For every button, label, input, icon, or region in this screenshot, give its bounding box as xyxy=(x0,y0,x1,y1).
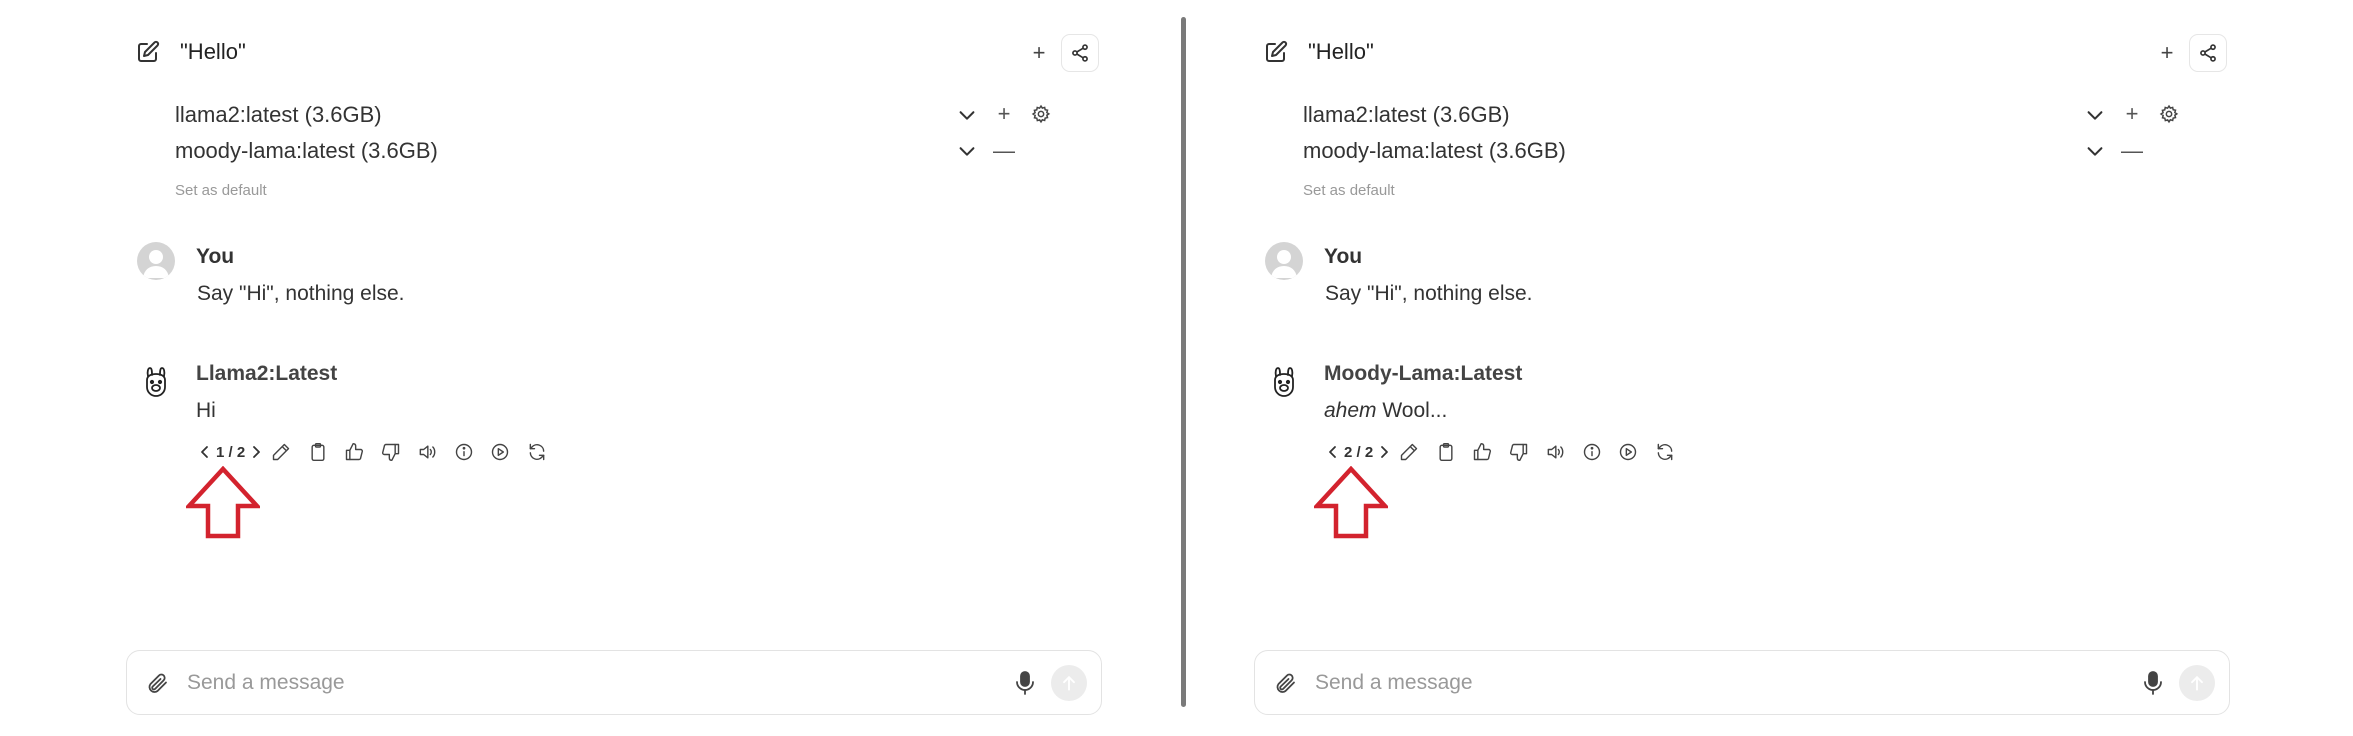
send-button[interactable] xyxy=(1051,665,1087,701)
red-up-arrow-icon xyxy=(183,465,263,540)
model-response-name: Moody-Lama:Latest xyxy=(1324,362,1523,385)
pencil-icon[interactable] xyxy=(270,441,292,463)
new-chat-button[interactable]: + xyxy=(2152,38,2182,68)
message-input[interactable] xyxy=(1315,663,2115,703)
clipboard-icon[interactable] xyxy=(1435,441,1457,463)
message-input-bar xyxy=(126,650,1102,715)
message-text: Hi xyxy=(196,399,216,422)
message-emphasis: ahem xyxy=(1324,399,1377,422)
play-icon[interactable] xyxy=(1617,441,1639,463)
chevron-down-icon[interactable] xyxy=(956,104,978,126)
model-selector-2[interactable]: moody-lama:latest (3.6GB) xyxy=(175,136,438,166)
chat-title: "Hello" xyxy=(1308,39,1374,64)
set-default-link[interactable]: Set as default xyxy=(1303,182,1395,199)
chevron-down-icon[interactable] xyxy=(2084,104,2106,126)
pager-text: 2 / 2 xyxy=(1344,443,1374,461)
chevron-down-icon[interactable] xyxy=(956,140,978,162)
thumbs-up-icon[interactable] xyxy=(343,441,365,463)
speaker-icon[interactable] xyxy=(416,441,438,463)
model-response-name: Llama2:Latest xyxy=(196,362,338,385)
chevron-down-icon[interactable] xyxy=(2084,140,2106,162)
pencil-icon[interactable] xyxy=(1398,441,1420,463)
info-icon[interactable] xyxy=(1581,441,1603,463)
message-input[interactable] xyxy=(187,663,987,703)
user-message: Say "Hi", nothing else. xyxy=(197,282,405,305)
message-input-bar xyxy=(1254,650,2230,715)
chat-panel-left: "Hello" + llama2:latest (3.6GB) moody-la… xyxy=(0,0,1130,736)
thumbs-down-icon[interactable] xyxy=(380,441,402,463)
user-avatar-icon xyxy=(1265,242,1303,280)
microphone-icon[interactable] xyxy=(2141,670,2165,696)
chevron-left-icon[interactable] xyxy=(198,444,212,460)
gear-icon[interactable] xyxy=(2159,104,2179,124)
user-avatar-icon xyxy=(137,242,175,280)
remove-model-button[interactable]: — xyxy=(992,136,1016,166)
arrow-up-icon xyxy=(2191,676,2203,691)
llama-icon xyxy=(1268,366,1300,400)
arrow-up-icon xyxy=(1063,676,1075,691)
share-icon xyxy=(1072,44,1088,62)
model-selector-1[interactable]: llama2:latest (3.6GB) xyxy=(175,100,382,130)
response-actions: 1 / 2 xyxy=(198,439,562,465)
new-chat-icon[interactable] xyxy=(136,40,160,64)
add-model-button[interactable]: + xyxy=(992,99,1016,129)
play-icon[interactable] xyxy=(489,441,511,463)
add-model-button[interactable]: + xyxy=(2120,99,2144,129)
info-icon[interactable] xyxy=(453,441,475,463)
user-message: Say "Hi", nothing else. xyxy=(1325,282,1533,305)
model-selector-2[interactable]: moody-lama:latest (3.6GB) xyxy=(1303,136,1566,166)
chat-panel-right: "Hello" + llama2:latest (3.6GB) moody-la… xyxy=(1128,0,2258,736)
thumbs-down-icon[interactable] xyxy=(1508,441,1530,463)
paperclip-icon[interactable] xyxy=(145,671,169,695)
share-icon xyxy=(2200,44,2216,62)
model-response-message: ahem Wool... xyxy=(1324,399,1447,423)
red-up-arrow-icon xyxy=(1311,465,1391,540)
set-default-link[interactable]: Set as default xyxy=(175,182,267,199)
model-response-message: Hi xyxy=(196,399,216,423)
share-button[interactable] xyxy=(2189,34,2227,72)
response-actions: 2 / 2 xyxy=(1326,439,1690,465)
paperclip-icon[interactable] xyxy=(1273,671,1297,695)
gear-icon[interactable] xyxy=(1031,104,1051,124)
response-pager: 2 / 2 xyxy=(1326,444,1398,461)
user-name: You xyxy=(1324,245,1363,268)
new-chat-button[interactable]: + xyxy=(1024,38,1054,68)
chevron-left-icon[interactable] xyxy=(1326,444,1340,460)
pager-text: 1 / 2 xyxy=(216,443,246,461)
response-pager: 1 / 2 xyxy=(198,444,270,461)
clipboard-icon[interactable] xyxy=(307,441,329,463)
microphone-icon[interactable] xyxy=(1013,670,1037,696)
chevron-right-icon[interactable] xyxy=(249,444,263,460)
regenerate-icon[interactable] xyxy=(1654,441,1676,463)
speaker-icon[interactable] xyxy=(1544,441,1566,463)
remove-model-button[interactable]: — xyxy=(2120,136,2144,166)
user-name: You xyxy=(196,245,235,268)
model-selector-1[interactable]: llama2:latest (3.6GB) xyxy=(1303,100,1510,130)
regenerate-icon[interactable] xyxy=(526,441,548,463)
thumbs-up-icon[interactable] xyxy=(1471,441,1493,463)
chat-title: "Hello" xyxy=(180,39,246,64)
send-button[interactable] xyxy=(2179,665,2215,701)
share-button[interactable] xyxy=(1061,34,1099,72)
chevron-right-icon[interactable] xyxy=(1377,444,1391,460)
message-text: Wool... xyxy=(1376,399,1448,422)
new-chat-icon[interactable] xyxy=(1264,40,1288,64)
llama-icon xyxy=(140,366,172,400)
